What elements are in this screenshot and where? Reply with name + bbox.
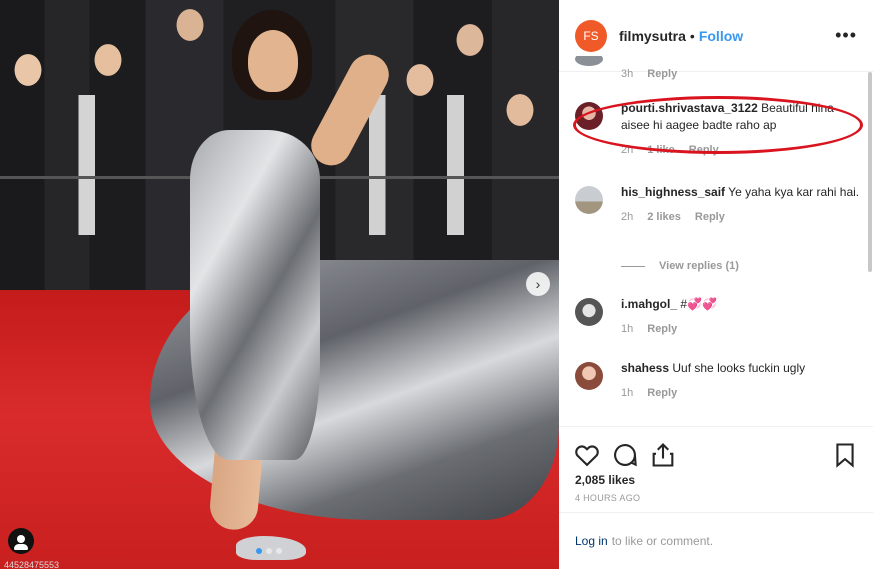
post-side-panel: FS filmysutra • Follow ••• 3h Reply pour… bbox=[559, 0, 873, 569]
comment-icon[interactable] bbox=[611, 441, 639, 469]
comment-username[interactable]: his_highness_saif bbox=[621, 185, 725, 199]
more-options-icon[interactable]: ••• bbox=[835, 25, 857, 46]
header-separator: • bbox=[689, 27, 695, 44]
carousel-dot bbox=[256, 548, 262, 554]
post-photo[interactable]: › 44528475553 bbox=[0, 0, 559, 569]
comment-likes[interactable]: 2 likes bbox=[647, 211, 681, 223]
login-prompt: Log in to like or comment. bbox=[559, 512, 873, 569]
reply-thread-line bbox=[621, 265, 645, 267]
view-replies-link[interactable]: View replies (1) bbox=[621, 260, 739, 272]
comment-text: Ye yaha kya kar rahi hai. bbox=[728, 185, 860, 199]
view-replies-label[interactable]: View replies (1) bbox=[659, 260, 739, 272]
login-prompt-text: to like or comment. bbox=[611, 534, 714, 548]
follow-button[interactable]: Follow bbox=[699, 28, 743, 44]
reply-button[interactable]: Reply bbox=[689, 144, 719, 156]
comments-list[interactable]: 3h Reply pourti.shrivastava_3122 Beautif… bbox=[559, 56, 865, 426]
comment-time[interactable]: 2h bbox=[621, 144, 633, 156]
post-timestamp: 4 HOURS AGO bbox=[575, 493, 641, 503]
comment-username[interactable]: pourti.shrivastava_3122 bbox=[621, 101, 758, 115]
comment-avatar[interactable] bbox=[575, 56, 603, 66]
share-icon[interactable] bbox=[649, 441, 677, 469]
comment-likes[interactable]: 1 like bbox=[647, 144, 675, 156]
tagged-users-icon[interactable] bbox=[8, 528, 34, 554]
comments-scrollbar[interactable] bbox=[868, 72, 872, 272]
comment-time[interactable]: 1h bbox=[621, 323, 633, 335]
next-photo-button[interactable]: › bbox=[526, 272, 550, 296]
bookmark-icon[interactable] bbox=[831, 441, 859, 469]
comment-text: Uuf she looks fuckin ugly bbox=[672, 361, 806, 375]
account-username[interactable]: filmysutra bbox=[619, 28, 686, 44]
reply-button[interactable]: Reply bbox=[695, 211, 725, 223]
photo-watermark: 44528475553 bbox=[4, 560, 60, 569]
comment-time[interactable]: 2h bbox=[621, 211, 633, 223]
comment-text: #💞💞 bbox=[680, 297, 717, 311]
heart-icon[interactable] bbox=[573, 441, 601, 469]
reply-button[interactable]: Reply bbox=[647, 323, 677, 335]
comment-item: i.mahgol_ #💞💞 1h Reply bbox=[575, 296, 861, 335]
comment-item: 3h Reply bbox=[575, 56, 861, 80]
dress-body bbox=[190, 130, 320, 460]
carousel-dot bbox=[276, 548, 282, 554]
carousel-dots bbox=[256, 548, 282, 554]
account-avatar[interactable]: FS bbox=[575, 19, 607, 52]
likes-count[interactable]: 2,085 likes bbox=[559, 473, 873, 487]
comment-item: shahess Uuf she looks fuckin ugly 1h Rep… bbox=[575, 360, 861, 399]
comment-avatar[interactable] bbox=[575, 298, 603, 326]
comment-item-highlighted: pourti.shrivastava_3122 Beautiful nina a… bbox=[573, 96, 863, 156]
comment-avatar[interactable] bbox=[575, 102, 603, 130]
comment-time[interactable]: 3h bbox=[621, 68, 633, 80]
comment-avatar[interactable] bbox=[575, 186, 603, 214]
comment-time[interactable]: 1h bbox=[621, 387, 633, 399]
reply-button[interactable]: Reply bbox=[647, 68, 677, 80]
carousel-dot bbox=[266, 548, 272, 554]
comment-username[interactable]: i.mahgol_ bbox=[621, 297, 677, 311]
login-link[interactable]: Log in bbox=[575, 534, 608, 548]
reply-button[interactable]: Reply bbox=[647, 387, 677, 399]
comment-username[interactable]: shahess bbox=[621, 361, 669, 375]
comment-item: his_highness_saif Ye yaha kya kar rahi h… bbox=[575, 184, 861, 223]
comment-avatar[interactable] bbox=[575, 362, 603, 390]
post-actions: 2,085 likes 4 HOURS AGO bbox=[559, 426, 873, 512]
model-face bbox=[248, 30, 298, 92]
